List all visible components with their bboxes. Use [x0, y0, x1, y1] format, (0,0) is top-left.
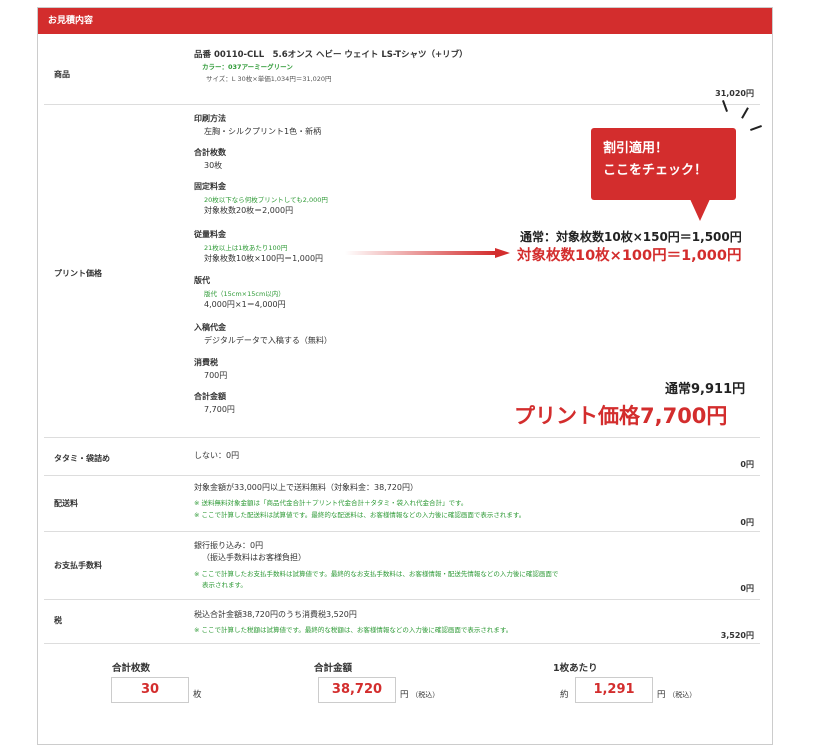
print-plate-label: 版代: [194, 276, 210, 285]
payment-note-1: ※ ここで計算したお支払手数料は試算値です。最終的なお支払手数料は、お客様情報・…: [194, 570, 559, 578]
promo-normal-price: 通常：対象枚数10枚×150円＝1,500円: [520, 230, 742, 244]
summary-total-tax: （税込）: [411, 691, 440, 699]
print-method-value: 左胸・シルクプリント1色・新柄: [204, 127, 322, 136]
print-fixed-note: 20枚以下なら何枚プリントしても2,000円: [204, 196, 328, 204]
print-total-label: 合計金額: [194, 392, 226, 401]
print-tax-value: 700円: [204, 371, 228, 380]
print-fixed-value: 対象枚数20枚＝2,000円: [204, 206, 294, 215]
promo-total-print: プリント価格7,700円: [514, 404, 728, 428]
print-plate-value: 4,000円×1＝4,000円: [204, 300, 286, 309]
folding-label: タタミ・袋詰め: [54, 454, 110, 463]
summary-per-box: 1,291: [575, 677, 653, 703]
print-label: プリント価格: [54, 269, 102, 278]
summary-total-unit: 円 （税込）: [400, 688, 439, 700]
print-method-label: 印刷方法: [194, 114, 226, 123]
summary-count-box: 30: [111, 677, 189, 703]
shipping-label: 配送料: [54, 499, 78, 508]
tax-amount: 3,520円: [720, 631, 754, 640]
print-variable-value: 対象枚数10枚×100円＝1,000円: [204, 254, 324, 263]
print-count-label: 合計枚数: [194, 148, 226, 157]
product-label: 商品: [54, 70, 70, 79]
summary-per-prefix: 約: [560, 690, 569, 700]
summary-total-box: 38,720: [318, 677, 396, 703]
promo-arrow-icon: [345, 248, 510, 258]
summary-per-label: 1枚あたり: [553, 663, 598, 674]
payment-row: お支払手数料 銀行振り込み：0円 （振込手数料はお客様負担） ※ ここで計算した…: [44, 532, 760, 600]
product-amount: 31,020円: [715, 89, 754, 98]
tax-value: 税込合計金額38,720円のうち消費税3,520円: [194, 610, 357, 619]
shipping-row: 配送料 対象金額が33,000円以上で送料無料（対象料金：38,720円） ※ …: [44, 476, 760, 532]
promo-line-1: 割引適用！: [603, 141, 669, 156]
promo-total-normal: 通常9,911円: [665, 382, 746, 397]
shipping-note-2: ※ ここで計算した配送料は試算値です。最終的な配送料は、お客様情報などの入力後に…: [194, 511, 526, 519]
tax-row: 税 税込合計金額38,720円のうち消費税3,520円 ※ ここで計算した税額は…: [44, 600, 760, 644]
product-row: 商品 品番 00110-CLL 5.6オンス ヘビー ウェイト LS-Tシャツ（…: [44, 35, 760, 105]
folding-row: タタミ・袋詰め しない：0円 0円: [44, 438, 760, 476]
print-variable-label: 従量料金: [194, 230, 226, 239]
payment-value-2: （振込手数料はお客様負担）: [202, 553, 306, 562]
summary-count-unit: 枚: [193, 690, 202, 700]
summary-total-label: 合計金額: [314, 663, 353, 674]
shipping-value: 対象金額が33,000円以上で送料無料（対象料金：38,720円）: [194, 483, 418, 492]
summary-total-yen: 円: [400, 690, 409, 700]
print-plate-note: 版代（15cm×15cm以内）: [204, 290, 285, 298]
product-name: 品番 00110-CLL 5.6オンス ヘビー ウェイト LS-Tシャツ（+リブ…: [194, 50, 468, 60]
product-size-line: サイズ：L 30枚×単価1,034円＝31,020円: [206, 75, 332, 83]
payment-amount: 0円: [740, 584, 754, 593]
print-total-value: 7,700円: [204, 405, 235, 414]
payment-note-2: 表示されます。: [202, 581, 247, 589]
print-count-value: 30枚: [204, 161, 223, 170]
tax-note: ※ ここで計算した税額は試算値です。最終的な税額は、お客様情報などの入力後に確認…: [194, 626, 513, 634]
print-fixed-label: 固定料金: [194, 182, 226, 191]
promo-callout-tail: [690, 199, 710, 221]
shipping-note-1: ※ 送料無料対象金額は「商品代金合計＋プリント代金合計＋タタミ・袋入れ代金合計」…: [194, 499, 468, 507]
summary-per-yen: 円: [657, 690, 666, 700]
promo-line-2: ここをチェック！: [603, 163, 708, 178]
promo-discount-price: 対象枚数10枚×100円＝1,000円: [517, 248, 742, 264]
folding-amount: 0円: [740, 460, 754, 469]
print-tax-label: 消費税: [194, 358, 218, 367]
tax-label: 税: [54, 616, 62, 625]
promo-callout: 割引適用！ ここをチェック！: [591, 128, 736, 200]
payment-value-1: 銀行振り込み：0円: [194, 541, 264, 550]
summary-per-unit: 円 （税込）: [657, 688, 696, 700]
print-variable-note: 21枚以上は1枚あたり100円: [204, 244, 288, 252]
print-manuscript-value: デジタルデータで入稿する（無料）: [204, 336, 332, 345]
print-manuscript-label: 入稿代金: [194, 323, 226, 332]
payment-label: お支払手数料: [54, 561, 102, 570]
estimate-header: お見積内容: [38, 8, 772, 34]
folding-value: しない：0円: [194, 451, 240, 460]
summary-per-tax: （税込）: [668, 691, 697, 699]
product-color: カラー：037アーミーグリーン: [202, 63, 293, 71]
shipping-amount: 0円: [740, 518, 754, 527]
summary-count-label: 合計枚数: [112, 663, 151, 674]
estimate-card: お見積内容 商品 品番 00110-CLL 5.6オンス ヘビー ウェイト LS…: [37, 7, 773, 745]
